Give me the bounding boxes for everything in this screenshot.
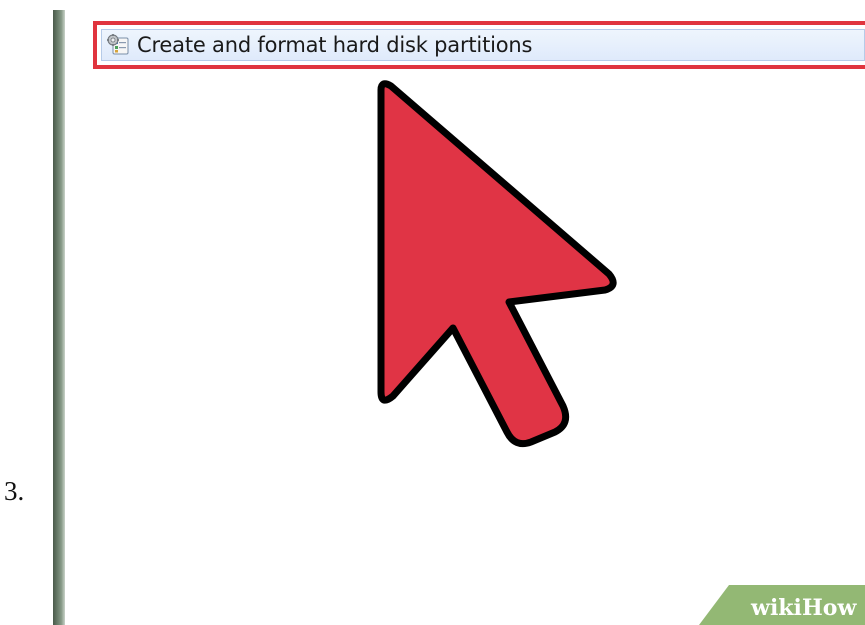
create-format-partitions-link[interactable]: Create and format hard disk partitions [101,29,865,61]
watermark-wiki-text: wiki [750,595,802,621]
admin-tools-icon [107,34,129,55]
task-link-label: Create and format hard disk partitions [137,33,533,57]
screenshot-panel: Create and format hard disk partitions w… [53,10,865,625]
arrow-cursor-icon [377,80,617,448]
step-number: 3. [4,476,25,506]
wikihow-watermark: wiki How [699,585,865,625]
highlight-box: Create and format hard disk partitions [93,21,865,69]
window-left-border [53,10,65,625]
watermark-how-text: How [802,595,857,621]
